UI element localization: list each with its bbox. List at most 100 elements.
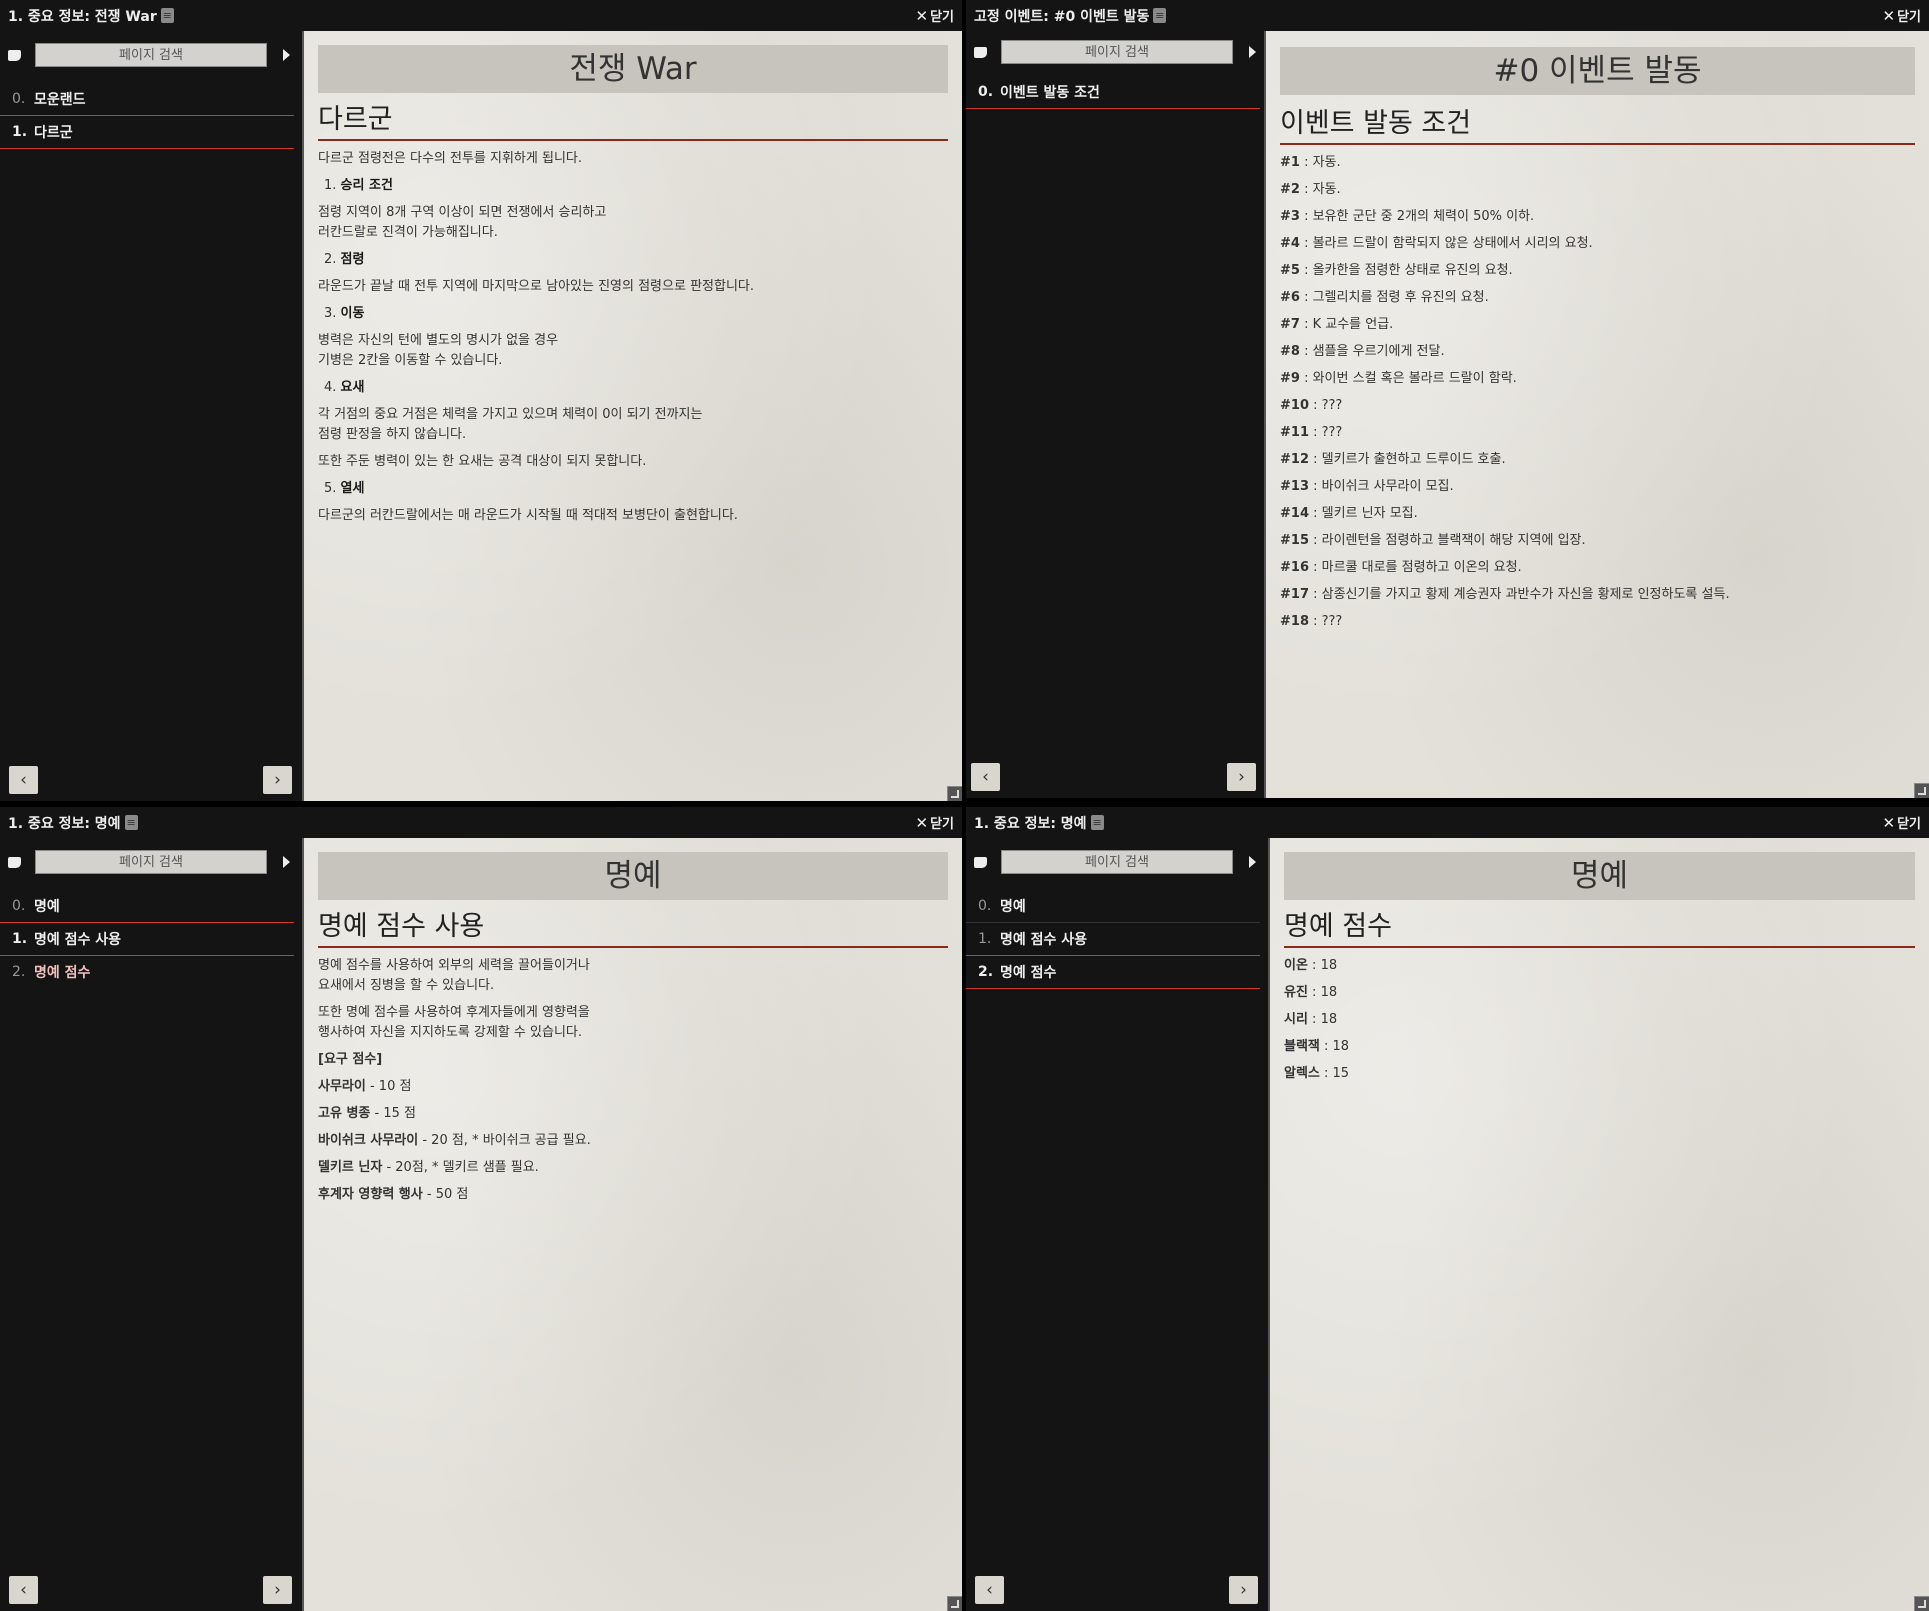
search-go-icon[interactable]	[1249, 46, 1256, 58]
event-item: #5 : 올카한을 점령한 상태로 유진의 요청.	[1280, 263, 1513, 278]
next-page-button[interactable]: ›	[1229, 1576, 1258, 1604]
page-list-item[interactable]: 0. 명예	[966, 890, 1260, 923]
event-item: #10 : ???	[1280, 398, 1343, 413]
prev-page-button[interactable]: ‹	[9, 766, 38, 794]
resize-handle-icon[interactable]	[947, 786, 962, 801]
codex-window-honor-use: 1. 중요 정보: 명예 ≡ ✕ 닫기 페이지 검색 0. 명예 1. 명예 점수 사…	[0, 807, 962, 1611]
close-icon: ✕	[915, 813, 929, 832]
search-go-icon[interactable]	[283, 856, 290, 868]
section-heading: 명예 점수	[1284, 910, 1915, 948]
info-icon[interactable]: ≡	[124, 815, 138, 830]
page-banner: 전쟁 War	[318, 45, 948, 93]
window-titlebar[interactable]: 1. 중요 정보: 전쟁 War ≡ ✕ 닫기	[0, 0, 962, 31]
window-titlebar[interactable]: 1. 중요 정보: 명예 ≡ ✕ 닫기	[966, 807, 1929, 838]
intro-text: 다르군 점령전은 다수의 전투를 지휘하게 됩니다.	[318, 151, 582, 166]
page-list-item[interactable]: 1. 명예 점수 사용	[966, 923, 1260, 956]
page-banner: 명예	[318, 852, 948, 900]
score-list: 이온 : 18 유진 : 18 시리 : 18 블랙잭 : 18 알렉스 : 15	[1284, 956, 1915, 1084]
subheading: 4. 요새	[324, 380, 365, 395]
resize-handle-icon[interactable]	[947, 1596, 962, 1611]
page-list: 0. 명예 1. 명예 점수 사용 2. 명예 점수	[0, 890, 294, 989]
event-item: #6 : 그렐리치를 점령 후 유진의 요청.	[1280, 290, 1489, 305]
info-icon[interactable]: ≡	[160, 8, 174, 23]
sidebar: 페이지 검색 0. 명예 1. 명예 점수 사용 2. 명예 점수 ‹ ›	[966, 838, 1266, 1611]
info-icon[interactable]: ≡	[1090, 815, 1104, 830]
page-search-input[interactable]: 페이지 검색	[1001, 850, 1233, 874]
body-text: 각 거점의 중요 거점은 체력을 가지고 있으며 체력이 0이 되기 전까지는 점…	[318, 407, 703, 442]
page-search-input[interactable]: 페이지 검색	[35, 43, 267, 67]
prev-page-button[interactable]: ‹	[971, 763, 1000, 791]
window-title: 고정 이벤트: #0 이벤트 발동	[974, 8, 1150, 25]
close-button[interactable]: ✕ 닫기	[1883, 813, 1922, 833]
event-item: #11 : ???	[1280, 425, 1343, 440]
subheading: 5. 열세	[324, 481, 365, 496]
search-go-icon[interactable]	[1249, 856, 1256, 868]
event-list: #1 : 자동. #2 : 자동. #3 : 보유한 군단 중 2개의 체력이 50…	[1280, 153, 1915, 632]
window-titlebar[interactable]: 1. 중요 정보: 명예 ≡ ✕ 닫기	[0, 807, 962, 838]
close-button[interactable]: ✕ 닫기	[915, 6, 955, 26]
event-item: #1 : 자동.	[1280, 155, 1341, 170]
sidebar: 페이지 검색 0. 명예 1. 명예 점수 사용 2. 명예 점수 ‹ ›	[0, 838, 300, 1611]
page-banner: #0 이벤트 발동	[1280, 47, 1915, 95]
page-content: 명예 명예 점수 사용 명예 점수를 사용하여 외부의 세력을 끌어들이거나 요새…	[302, 838, 962, 1611]
page-list-item[interactable]: 2. 명예 점수	[0, 956, 294, 989]
next-page-button[interactable]: ›	[263, 766, 292, 794]
bookmark-icon[interactable]	[974, 856, 987, 868]
bookmark-icon[interactable]	[8, 49, 21, 61]
next-page-button[interactable]: ›	[263, 1576, 292, 1604]
search-go-icon[interactable]	[283, 49, 290, 61]
close-icon: ✕	[915, 6, 929, 25]
section-heading: 명예 점수 사용	[318, 910, 948, 948]
page-list: 0. 모운랜드 1. 다르군	[0, 83, 294, 149]
requirement-item: 고유 병종 - 15 점	[318, 1106, 416, 1121]
prev-page-button[interactable]: ‹	[975, 1576, 1004, 1604]
body-text: 병력은 자신의 턴에 별도의 명시가 없을 경우 기병은 2칸을 이동할 수 있습…	[318, 333, 559, 368]
bookmark-icon[interactable]	[8, 856, 21, 868]
window-title: 1. 중요 정보: 명예	[974, 815, 1087, 832]
page-content: 명예 명예 점수 이온 : 18 유진 : 18 시리 : 18 블랙잭 : 18 알렉…	[1268, 838, 1929, 1611]
page-list-item[interactable]: 0. 모운랜드	[0, 83, 294, 116]
body-text: 라운드가 끝날 때 전투 지역에 마지막으로 남아있는 진영의 점령으로 판정합…	[318, 279, 755, 294]
event-item: #15 : 라이렌턴을 점령하고 블랙잭이 해당 지역에 입장.	[1280, 533, 1586, 548]
score-item: 이온 : 18	[1284, 958, 1338, 973]
body-text: 또한 주둔 병력이 있는 한 요새는 공격 대상이 되지 못합니다.	[318, 454, 647, 469]
info-icon[interactable]: ≡	[1153, 8, 1167, 23]
close-button[interactable]: ✕ 닫기	[915, 813, 955, 833]
page-search-input[interactable]: 페이지 검색	[35, 850, 267, 874]
resize-handle-icon[interactable]	[1914, 783, 1929, 798]
score-item: 시리 : 18	[1284, 1012, 1338, 1027]
close-icon: ✕	[1882, 6, 1896, 25]
page-list-item-selected[interactable]: 1. 다르군	[0, 116, 294, 149]
next-page-button[interactable]: ›	[1227, 763, 1256, 791]
page-content: #0 이벤트 발동 이벤트 발동 조건 #1 : 자동. #2 : 자동. #3 :…	[1264, 31, 1929, 798]
window-titlebar[interactable]: 고정 이벤트: #0 이벤트 발동 ≡ ✕ 닫기	[966, 0, 1929, 31]
page-list-item-selected[interactable]: 1. 명예 점수 사용	[0, 923, 294, 956]
score-item: 유진 : 18	[1284, 985, 1338, 1000]
window-title: 1. 중요 정보: 명예	[8, 815, 121, 832]
page-list-item-selected[interactable]: 0. 이벤트 발동 조건	[966, 76, 1260, 109]
event-item: #12 : 델키르가 출현하고 드루이드 호출.	[1280, 452, 1506, 467]
requirement-item: 후계자 영향력 행사 - 50 점	[318, 1187, 469, 1202]
page-banner: 명예	[1284, 852, 1915, 900]
score-item: 알렉스 : 15	[1284, 1066, 1350, 1081]
body-text: 명예 점수를 사용하여 외부의 세력을 끌어들이거나 요새에서 징병을 할 수 있…	[318, 958, 590, 993]
body-text: 다르군의 러칸드랄에서는 매 라운드가 시작될 때 적대적 보병단이 출현합니다…	[318, 508, 738, 523]
subheading: 3. 이동	[324, 306, 365, 321]
bookmark-icon[interactable]	[974, 46, 987, 58]
event-item: #16 : 마르쿨 대로를 점령하고 이온의 요청.	[1280, 560, 1522, 575]
req-title: [요구 점수]	[318, 1052, 383, 1067]
codex-window-event: 고정 이벤트: #0 이벤트 발동 ≡ ✕ 닫기 페이지 검색 0. 이벤트 발동 …	[966, 0, 1929, 798]
event-item: #8 : 샘플을 우르기에게 전달.	[1280, 344, 1445, 359]
event-item: #7 : K 교수를 언급.	[1280, 317, 1394, 332]
page-list-item[interactable]: 0. 명예	[0, 890, 294, 923]
codex-window-honor-score: 1. 중요 정보: 명예 ≡ ✕ 닫기 페이지 검색 0. 명예 1. 명예 점수 사…	[966, 807, 1929, 1611]
close-button[interactable]: ✕ 닫기	[1882, 6, 1922, 26]
page-list: 0. 이벤트 발동 조건	[966, 76, 1260, 109]
page-search-input[interactable]: 페이지 검색	[1001, 40, 1233, 64]
page-list-item-selected[interactable]: 2. 명예 점수	[966, 956, 1260, 989]
body-text: 또한 명예 점수를 사용하여 후계자들에게 영향력을 행사하여 자신을 지지하도록…	[318, 1005, 590, 1040]
prev-page-button[interactable]: ‹	[9, 1576, 38, 1604]
resize-handle-icon[interactable]	[1914, 1596, 1929, 1611]
subheading: 2. 점령	[324, 252, 365, 267]
event-item: #3 : 보유한 군단 중 2개의 체력이 50% 이하.	[1280, 209, 1535, 224]
